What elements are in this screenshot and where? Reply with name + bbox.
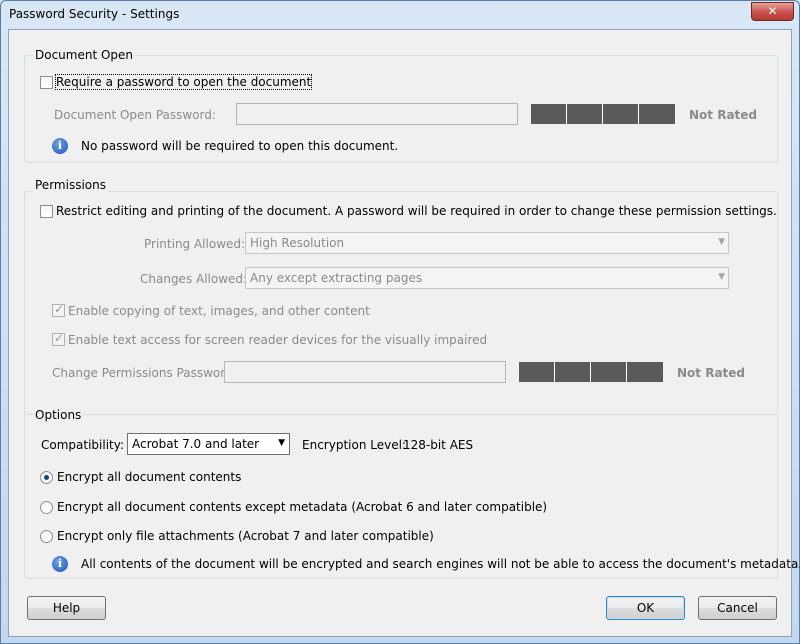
close-button[interactable]: ✕ xyxy=(751,2,794,21)
changes-allowed-label: Changes Allowed: xyxy=(140,272,248,286)
compatibility-value: Acrobat 7.0 and later xyxy=(132,437,260,451)
change-permissions-password-input[interactable] xyxy=(224,361,506,383)
restrict-editing-checkbox[interactable] xyxy=(40,205,53,218)
enable-copying-label: Enable copying of text, images, and othe… xyxy=(68,304,370,318)
ok-button[interactable]: OK xyxy=(606,596,685,620)
window-title: Password Security - Settings xyxy=(9,7,180,21)
permissions-label: Permissions xyxy=(33,178,108,192)
encrypt-all-radio[interactable] xyxy=(40,471,53,484)
compatibility-label: Compatibility: xyxy=(41,438,125,452)
cancel-button[interactable]: Cancel xyxy=(698,596,777,620)
compatibility-select[interactable]: Acrobat 7.0 and later ▼ xyxy=(127,433,290,455)
permissions-password-rating: Not Rated xyxy=(677,366,746,380)
help-button[interactable]: Help xyxy=(27,596,106,620)
restrict-editing-label[interactable]: Restrict editing and printing of the doc… xyxy=(56,204,777,218)
enable-copying-checkbox[interactable] xyxy=(52,302,65,317)
encrypt-attachments-radio[interactable] xyxy=(40,530,53,543)
chevron-down-icon: ▼ xyxy=(718,237,725,247)
dialog-client-area: Document Open Require a password to open… xyxy=(8,29,800,637)
open-password-input[interactable] xyxy=(236,103,518,125)
chevron-down-icon: ▼ xyxy=(718,272,725,282)
printing-allowed-value: High Resolution xyxy=(250,236,345,250)
printing-allowed-label: Printing Allowed: xyxy=(144,237,246,251)
open-info-text: No password will be required to open thi… xyxy=(81,139,399,153)
document-open-label: Document Open xyxy=(33,48,136,62)
open-password-strength-meter xyxy=(531,104,675,124)
info-icon: i xyxy=(52,556,68,572)
options-label: Options xyxy=(33,408,84,422)
change-permissions-password-label: Change Permissions Password: xyxy=(52,366,237,380)
encryption-level-value: 128-bit AES xyxy=(403,438,474,452)
dialog-window: Password Security - Settings ✕ Document … xyxy=(0,0,800,644)
require-password-checkbox[interactable] xyxy=(40,76,53,89)
encrypt-attachments-label[interactable]: Encrypt only file attachments (Acrobat 7… xyxy=(57,529,434,543)
changes-allowed-value: Any except extracting pages xyxy=(250,271,423,285)
close-icon: ✕ xyxy=(767,4,778,18)
info-icon: i xyxy=(52,138,68,154)
open-password-label: Document Open Password: xyxy=(54,108,216,122)
encrypt-except-metadata-radio[interactable] xyxy=(40,501,53,514)
permissions-password-strength-meter xyxy=(519,362,663,382)
open-password-rating: Not Rated xyxy=(689,108,758,122)
encryption-level-label: Encryption Level: xyxy=(302,438,406,452)
options-info-text: All contents of the document will be enc… xyxy=(81,557,800,571)
encrypt-except-metadata-label[interactable]: Encrypt all document contents except met… xyxy=(57,500,547,514)
printing-allowed-select[interactable]: High Resolution ▼ xyxy=(245,232,729,254)
title-bar: Password Security - Settings ✕ xyxy=(1,1,799,29)
screen-reader-label: Enable text access for screen reader dev… xyxy=(68,333,488,347)
changes-allowed-select[interactable]: Any except extracting pages ▼ xyxy=(245,267,729,289)
require-password-label[interactable]: Require a password to open the document xyxy=(54,74,313,90)
encrypt-all-label[interactable]: Encrypt all document contents xyxy=(57,470,241,484)
screen-reader-checkbox[interactable] xyxy=(52,331,65,346)
chevron-down-icon: ▼ xyxy=(278,438,285,448)
